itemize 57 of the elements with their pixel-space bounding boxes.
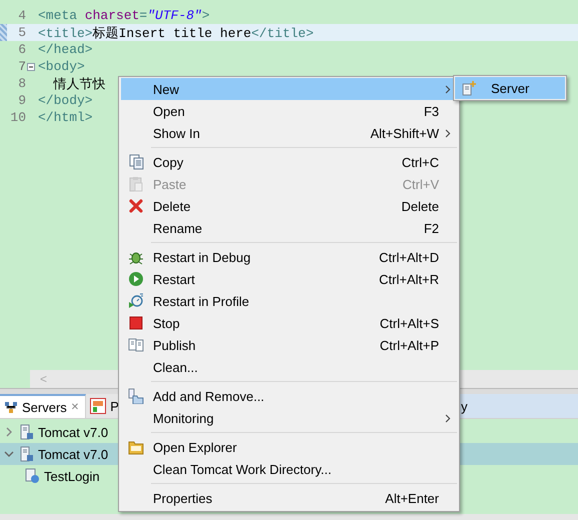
line-number: 8 xyxy=(17,76,26,91)
chevron-right-icon xyxy=(445,84,451,94)
play-icon xyxy=(128,271,144,287)
code-line: </html> xyxy=(37,110,93,125)
code-line: </body> xyxy=(37,93,93,108)
menu-item[interactable]: Delete Delete xyxy=(121,195,457,217)
menu-item[interactable]: Open Explorer xyxy=(121,436,457,458)
server-icon xyxy=(18,446,34,462)
close-icon xyxy=(128,198,144,214)
code-line: 情人节快 xyxy=(52,76,106,92)
folder-server-icon xyxy=(128,388,144,404)
menu-item[interactable]: Publish Ctrl+Alt+P xyxy=(121,334,457,356)
menu-item[interactable]: Restart in Debug Ctrl+Alt+D xyxy=(121,246,457,268)
clipboard-icon xyxy=(128,176,144,192)
tree-item[interactable]: Tomcat v7.0 xyxy=(38,446,108,462)
menu-item[interactable]: Show In Alt+Shift+W xyxy=(121,122,457,144)
chevron-down-icon[interactable] xyxy=(4,449,14,459)
chevron-right-icon xyxy=(445,128,451,138)
line-number: 4 xyxy=(17,8,26,23)
chevron-right-icon xyxy=(445,414,451,422)
menu-item[interactable]: Rename F2 xyxy=(121,217,457,239)
code-line: <title>标题Insert title here</title> xyxy=(37,24,314,42)
menu-item[interactable]: Clean Tomcat Work Directory... xyxy=(121,458,457,480)
menu-item[interactable]: Clean... xyxy=(121,356,457,378)
folder-icon xyxy=(128,439,144,455)
tab[interactable]: Servers ✕ xyxy=(0,394,86,418)
module-icon xyxy=(24,468,40,484)
line-number: 5 xyxy=(17,25,26,40)
stop-icon xyxy=(128,315,144,331)
server-icon xyxy=(18,424,34,440)
menu-item[interactable]: Properties Alt+Enter xyxy=(121,487,457,509)
copy-icon xyxy=(128,154,144,170)
collapse-icon[interactable] xyxy=(27,62,35,70)
menu-item[interactable]: Copy Ctrl+C xyxy=(121,151,457,173)
line-number: 7 xyxy=(17,59,26,74)
code-line: <meta charset="UTF-8"> xyxy=(37,8,210,23)
menu-item[interactable]: Restart Ctrl+Alt+R xyxy=(121,268,457,290)
line-number: 10 xyxy=(10,110,26,125)
menu-item[interactable]: Stop Ctrl+Alt+S xyxy=(121,312,457,334)
menu-item[interactable]: Server xyxy=(455,77,565,99)
tab[interactable]: y xyxy=(459,394,578,418)
code-line: <body> xyxy=(37,59,85,74)
stopwatch-icon xyxy=(128,293,144,309)
chart-icon xyxy=(90,398,106,414)
chevron-right-icon[interactable] xyxy=(4,427,14,437)
servers-icon xyxy=(4,400,18,414)
tree-item[interactable]: TestLogin xyxy=(44,468,100,484)
bookmark-marker xyxy=(0,24,7,41)
new-server-icon xyxy=(461,80,477,96)
tree-item[interactable]: Tomcat v7.0 xyxy=(38,424,108,440)
documents-icon xyxy=(128,337,144,353)
code-line: </head> xyxy=(37,42,93,57)
close-button[interactable]: ✕ xyxy=(70,402,80,412)
menu-item[interactable]: Restart in Profile xyxy=(121,290,457,312)
line-number: 9 xyxy=(17,93,26,108)
menu-item[interactable]: Open F3 xyxy=(121,100,457,122)
line-number: 6 xyxy=(17,42,26,57)
